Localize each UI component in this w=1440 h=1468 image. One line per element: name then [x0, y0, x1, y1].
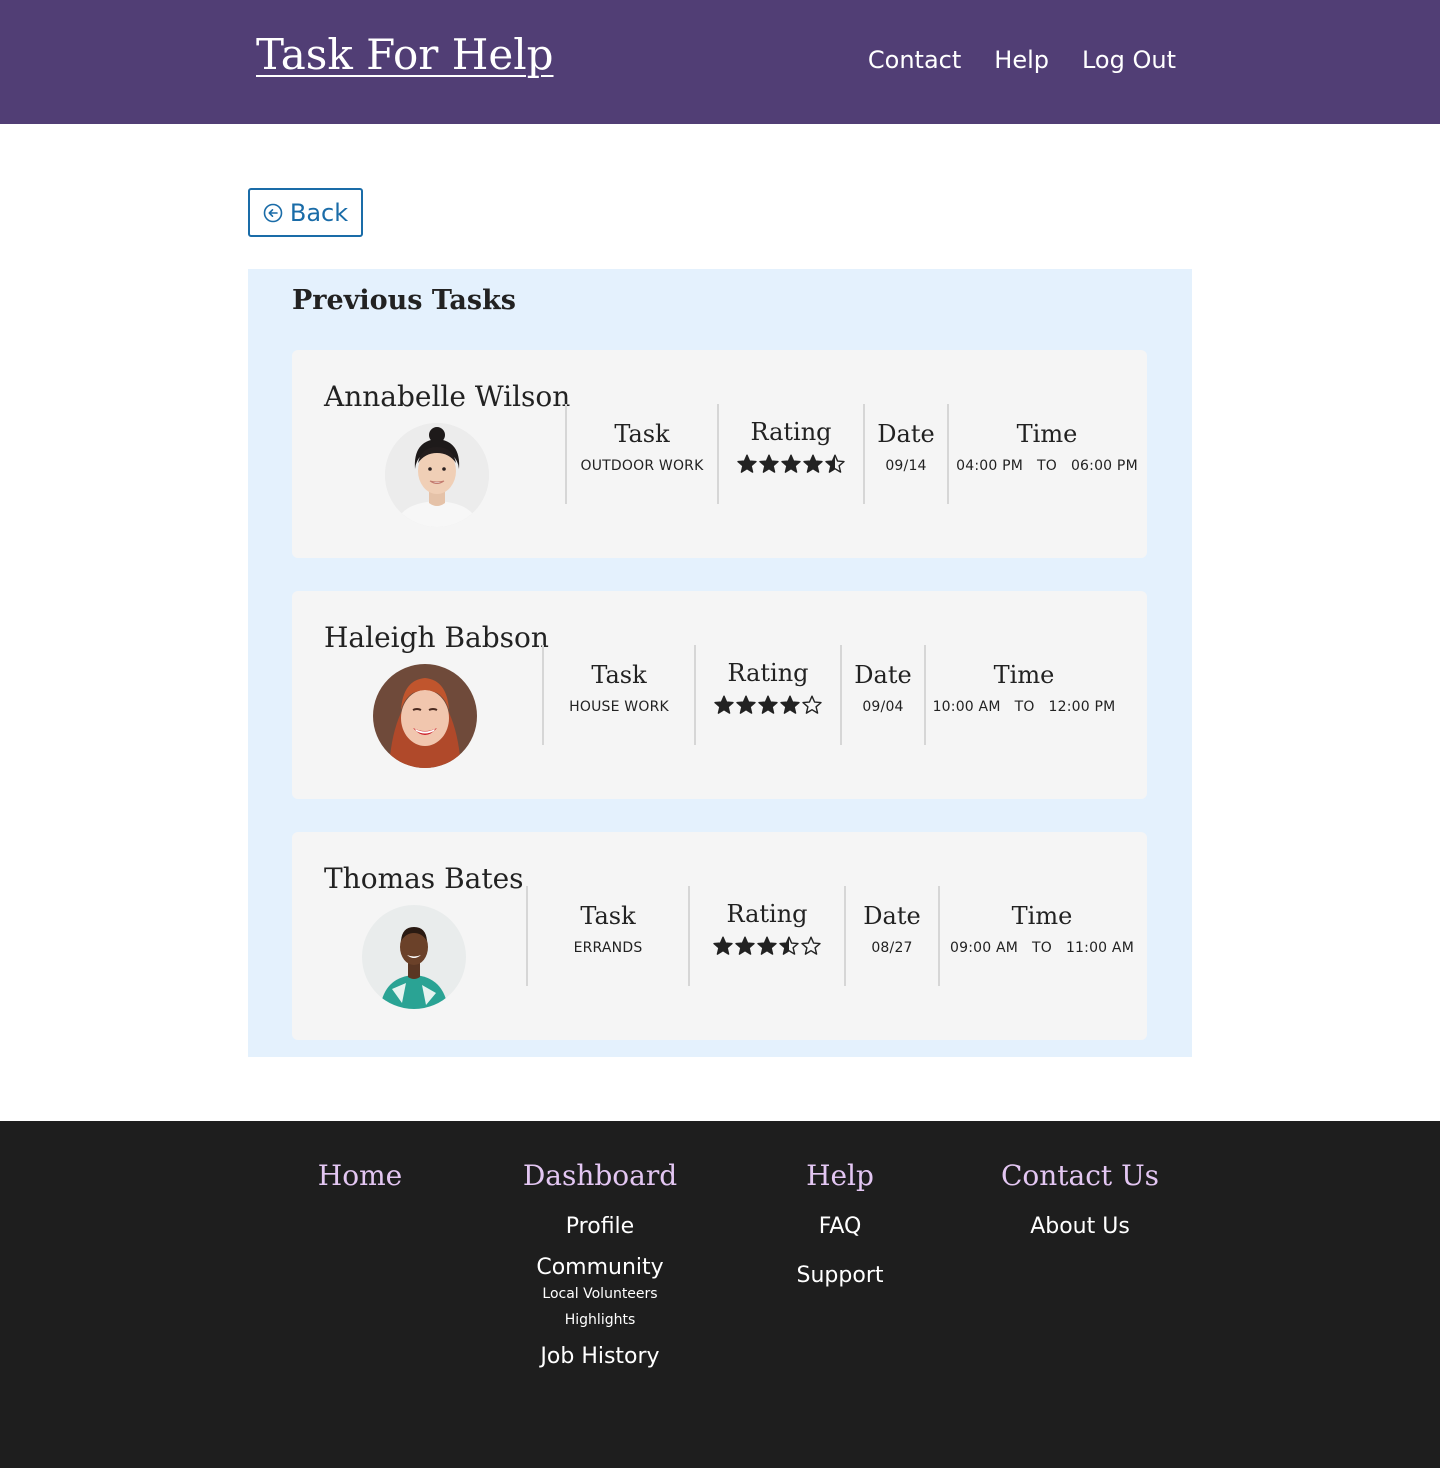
task-heading: Task — [614, 420, 670, 448]
previous-tasks-panel: Previous Tasks Annabelle Wilson Task OUT… — [248, 269, 1192, 1057]
back-button-label: Back — [289, 198, 349, 227]
star-half-icon — [779, 936, 799, 955]
footer-col-help: Help FAQ Support — [720, 1159, 960, 1288]
footer-dashboard-link[interactable]: Dashboard — [480, 1159, 720, 1192]
date-column: Date 08/27 — [846, 900, 938, 956]
time-column: Time 04:00 PM TO 06:00 PM — [949, 418, 1145, 474]
star-half-icon — [825, 454, 845, 473]
date-heading: Date — [863, 902, 921, 930]
task-card: Thomas Bates Task ERRANDS Rating Date 08… — [292, 832, 1147, 1040]
date-column: Date 09/14 — [865, 418, 947, 474]
rating-heading: Rating — [727, 659, 809, 687]
back-button[interactable]: Back — [248, 188, 363, 237]
star-empty-icon — [801, 936, 821, 955]
site-footer: Home Dashboard Profile Community Local V… — [0, 1121, 1440, 1468]
time-heading: Time — [993, 661, 1055, 689]
nav-help[interactable]: Help — [994, 46, 1049, 74]
time-range: 10:00 AM TO 12:00 PM — [926, 699, 1122, 715]
task-card: Haleigh Babson Task HOUSE WORK Rating Da… — [292, 591, 1147, 799]
star-filled-icon — [780, 695, 800, 714]
task-date: 09/04 — [862, 699, 904, 715]
date-heading: Date — [877, 420, 935, 448]
task-type: HOUSE WORK — [569, 699, 669, 715]
avatar — [385, 423, 489, 527]
footer-job-history-link[interactable]: Job History — [480, 1344, 720, 1369]
time-range: 04:00 PM TO 06:00 PM — [949, 458, 1145, 474]
time-range: 09:00 AM TO 11:00 AM — [940, 940, 1144, 956]
footer-highlights-link[interactable]: Highlights — [480, 1312, 720, 1328]
star-filled-icon — [758, 695, 778, 714]
avatar — [362, 905, 466, 1009]
footer-about-link[interactable]: About Us — [960, 1214, 1200, 1239]
footer-faq-link[interactable]: FAQ — [720, 1214, 960, 1239]
star-filled-icon — [737, 454, 757, 473]
time-end: 12:00 PM — [1048, 699, 1116, 715]
rating-heading: Rating — [726, 900, 808, 928]
time-column: Time 09:00 AM TO 11:00 AM — [940, 900, 1144, 956]
nav-logout[interactable]: Log Out — [1082, 46, 1176, 74]
time-column: Time 10:00 AM TO 12:00 PM — [926, 659, 1122, 715]
footer-local-volunteers-link[interactable]: Local Volunteers — [480, 1286, 720, 1302]
task-type: ERRANDS — [573, 940, 643, 956]
date-column: Date 09/04 — [842, 659, 924, 715]
nav-contact[interactable]: Contact — [868, 46, 961, 74]
footer-col-contact: Contact Us About Us — [960, 1159, 1200, 1239]
site-header: Task For Help Contact Help Log Out — [0, 0, 1440, 124]
time-start: 10:00 AM — [932, 699, 1001, 715]
helper-name: Annabelle Wilson — [324, 380, 571, 413]
footer-col-dashboard: Dashboard Profile Community Local Volunt… — [480, 1159, 720, 1369]
task-date: 09/14 — [885, 458, 927, 474]
footer-contact-link[interactable]: Contact Us — [960, 1159, 1200, 1192]
task-column: Task ERRANDS — [528, 900, 688, 956]
task-column: Task OUTDOOR WORK — [567, 418, 717, 474]
star-filled-icon — [757, 936, 777, 955]
task-column: Task HOUSE WORK — [544, 659, 694, 715]
star-filled-icon — [735, 936, 755, 955]
star-rating — [719, 454, 863, 474]
time-heading: Time — [1016, 420, 1078, 448]
footer-home-link[interactable]: Home — [240, 1159, 480, 1192]
time-separator: TO — [1032, 940, 1052, 956]
time-heading: Time — [1011, 902, 1073, 930]
footer-community-link[interactable]: Community — [480, 1255, 720, 1280]
footer-support-link[interactable]: Support — [720, 1263, 960, 1288]
star-filled-icon — [736, 695, 756, 714]
avatar — [373, 664, 477, 768]
star-filled-icon — [781, 454, 801, 473]
rating-column: Rating — [719, 416, 863, 474]
rating-heading: Rating — [750, 418, 832, 446]
time-start: 09:00 AM — [949, 940, 1019, 956]
task-heading: Task — [580, 902, 636, 930]
panel-title: Previous Tasks — [292, 285, 517, 316]
time-separator: TO — [1014, 699, 1035, 715]
rating-column: Rating — [696, 657, 840, 715]
time-separator: TO — [1037, 458, 1057, 474]
star-rating — [696, 695, 840, 715]
star-filled-icon — [803, 454, 823, 473]
time-start: 04:00 PM — [956, 458, 1024, 474]
footer-help-link[interactable]: Help — [720, 1159, 960, 1192]
task-card: Annabelle Wilson Task OUTDOOR WORK Ratin… — [292, 350, 1147, 558]
star-filled-icon — [713, 936, 733, 955]
helper-name: Haleigh Babson — [324, 621, 549, 654]
star-rating — [690, 936, 844, 956]
time-end: 11:00 AM — [1065, 940, 1134, 956]
star-empty-icon — [802, 695, 822, 714]
rating-column: Rating — [690, 898, 844, 956]
footer-profile-link[interactable]: Profile — [480, 1214, 720, 1239]
task-type: OUTDOOR WORK — [580, 458, 704, 474]
top-nav: Contact Help Log Out — [868, 46, 1176, 74]
time-end: 06:00 PM — [1070, 458, 1138, 474]
arrow-left-circle-icon — [263, 203, 283, 222]
footer-col-home: Home — [240, 1159, 480, 1192]
task-heading: Task — [591, 661, 647, 689]
task-date: 08/27 — [871, 940, 913, 956]
date-heading: Date — [854, 661, 912, 689]
helper-name: Thomas Bates — [324, 862, 524, 895]
star-filled-icon — [759, 454, 779, 473]
star-filled-icon — [714, 695, 734, 714]
brand-logo-link[interactable]: Task For Help — [256, 30, 554, 79]
